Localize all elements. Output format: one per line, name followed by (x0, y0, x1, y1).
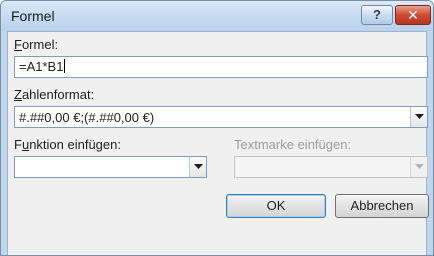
insert-bookmark-combo (234, 156, 428, 178)
number-format-combo[interactable]: #.##0,00 €;(#.##0,00 €) (14, 106, 428, 128)
title-bar[interactable]: Formel ? ✕ (1, 1, 433, 31)
insert-function-label-pre: F (14, 137, 22, 152)
ok-button[interactable]: OK (226, 194, 326, 218)
insert-function-label: Funktion einfügen: (14, 137, 121, 152)
number-format-value: #.##0,00 €;(#.##0,00 €) (19, 110, 155, 125)
help-button[interactable]: ? (361, 5, 393, 25)
close-icon: ✕ (407, 7, 419, 23)
formula-value: =A1*B1 (19, 59, 64, 74)
insert-function-combo[interactable] (14, 156, 207, 178)
insert-function-dropdown-button[interactable] (189, 157, 206, 177)
chevron-down-icon (415, 164, 424, 169)
number-format-label-rest: ahlenformat: (21, 87, 95, 102)
formula-label-rest: ormel: (21, 37, 59, 52)
chevron-down-icon (194, 164, 203, 169)
dialog-body: Formel: =A1*B1 Zahlenformat: #.##0,00 €;… (7, 31, 429, 255)
insert-function-label-rest: nktion einfügen: (29, 137, 121, 152)
close-button[interactable]: ✕ (395, 5, 431, 25)
insert-bookmark-dropdown-button (410, 157, 427, 177)
chevron-down-icon (415, 114, 424, 119)
formula-label-accel: F (14, 37, 22, 52)
insert-bookmark-label: Textmarke einfügen: (234, 137, 352, 152)
cancel-button[interactable]: Abbrechen (335, 194, 429, 218)
dialog-title: Formel (11, 8, 55, 24)
number-format-label-accel: Z (14, 87, 22, 102)
number-format-dropdown-button[interactable] (410, 107, 427, 127)
formula-dialog: Formel ? ✕ Formel: =A1*B1 Zahlenformat: … (0, 0, 434, 256)
formula-input[interactable]: =A1*B1 (14, 56, 428, 78)
text-caret (64, 59, 66, 73)
number-format-label: Zahlenformat: (14, 87, 94, 102)
formula-label: Formel: (14, 37, 58, 52)
